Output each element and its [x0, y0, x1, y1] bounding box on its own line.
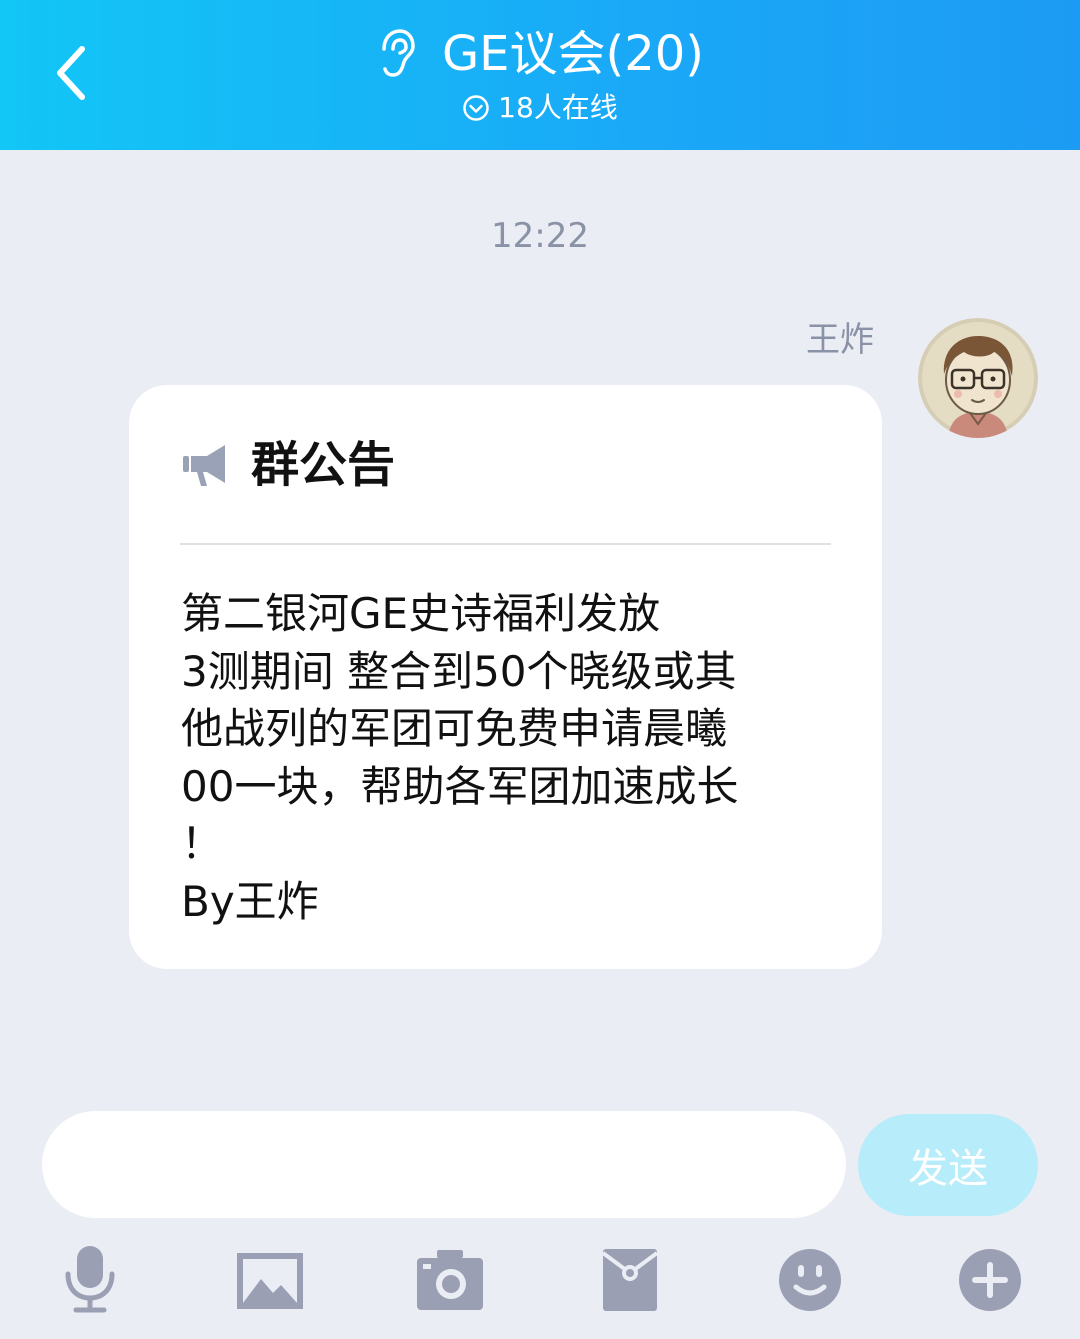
announcement-title: 群公告: [251, 437, 396, 493]
announcement-line: 3测期间 整合到50个晓级或其: [181, 646, 737, 696]
announcement-line: 他战列的军团可免费申请晨曦: [181, 704, 728, 753]
emoji-button[interactable]: [772, 1244, 848, 1316]
more-button[interactable]: [952, 1244, 1028, 1316]
online-status: 18人在线: [0, 90, 1080, 126]
plus-icon: [959, 1249, 1021, 1311]
chat-title: GE议会(20): [441, 26, 705, 82]
announcement-body: 第二银河GE史诗福利发放 3测期间 整合到50个晓级或其 他战列的军团可免费申请…: [181, 585, 821, 930]
divider: [180, 543, 831, 545]
megaphone-icon: [183, 445, 225, 486]
red-packet-button[interactable]: [592, 1244, 668, 1316]
emoji-icon: [779, 1249, 841, 1311]
message-timestamp: 12:22: [491, 216, 589, 256]
ear-icon[interactable]: [376, 27, 416, 79]
sender-name: 王炸: [806, 320, 874, 360]
microphone-icon: [65, 1246, 115, 1313]
image-icon: [237, 1253, 303, 1309]
announcement-line: 00一块，帮助各军团加速成长: [181, 761, 739, 811]
red-packet-icon: [601, 1249, 659, 1311]
camera-icon: [417, 1250, 483, 1310]
sender-avatar[interactable]: [918, 318, 1038, 438]
online-count: 18人在线: [498, 91, 618, 124]
announcement-line: By王炸: [181, 876, 319, 926]
voice-button[interactable]: [52, 1244, 128, 1316]
announcement-bubble[interactable]: 群公告 第二银河GE史诗福利发放 3测期间 整合到50个晓级或其 他战列的军团可…: [129, 385, 882, 969]
announcement-header: 群公告: [181, 433, 395, 497]
camera-button[interactable]: [412, 1244, 488, 1316]
online-check-icon: [463, 95, 489, 121]
announcement-line: ！: [181, 819, 224, 868]
avatar-image: [918, 318, 1038, 438]
top-bar: GE议会(20) 18人在线: [0, 0, 1080, 150]
chat-title-row: GE议会(20): [0, 22, 1080, 86]
send-button[interactable]: 发送: [858, 1114, 1038, 1216]
image-button[interactable]: [232, 1244, 308, 1316]
message-input[interactable]: [42, 1111, 846, 1218]
announcement-line: 第二银河GE史诗福利发放: [181, 589, 661, 638]
